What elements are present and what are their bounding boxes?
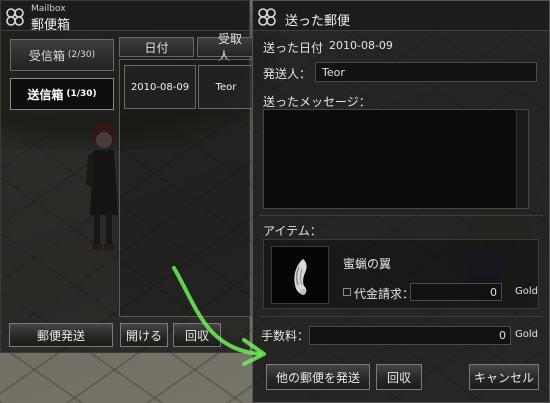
send-other-mail-button[interactable]: 他の郵便を発送 bbox=[266, 364, 370, 390]
sent-mail-titlebar[interactable]: 送った郵便 bbox=[253, 1, 549, 31]
tab-outbox[interactable]: 送信箱 (1/30) bbox=[10, 78, 114, 110]
fee-value: 0 bbox=[499, 329, 506, 342]
column-header-date[interactable]: 日付 bbox=[119, 37, 194, 57]
sent-date-value: 2010-08-09 bbox=[329, 39, 393, 52]
tab-inbox-label: 受信箱 bbox=[28, 48, 65, 63]
sent-date-label: 送った日付 bbox=[263, 41, 324, 55]
tab-inbox-count: (2/30) bbox=[67, 50, 96, 60]
window-title: 郵便箱 bbox=[31, 18, 71, 33]
sender-field: Teor bbox=[315, 62, 537, 82]
cod-amount-field[interactable]: 0 bbox=[410, 283, 502, 301]
cod-label: 代金請求： bbox=[354, 287, 415, 301]
cod-checkbox[interactable] bbox=[343, 288, 351, 296]
cancel-button[interactable]: キャンセル bbox=[469, 364, 539, 390]
sender-value: Teor bbox=[322, 65, 345, 79]
item-name: 蜜蝋の翼 bbox=[343, 257, 392, 271]
knot-logo-icon bbox=[6, 8, 24, 26]
annotation-arrow-icon bbox=[172, 266, 266, 366]
window-title-en: Mailbox bbox=[31, 4, 66, 14]
mailbox-titlebar[interactable]: Mailbox 郵便箱 bbox=[1, 1, 249, 33]
message-scrollbar[interactable] bbox=[516, 110, 528, 208]
column-header-recipient[interactable]: 受取人 bbox=[197, 32, 253, 63]
divider bbox=[259, 316, 543, 317]
item-label: アイテム： bbox=[263, 224, 322, 238]
send-mail-button[interactable]: 郵便発送 bbox=[9, 323, 113, 347]
row-recipient: Teor bbox=[198, 65, 254, 109]
cod-amount-value: 0 bbox=[490, 285, 497, 299]
fee-unit: Gold bbox=[515, 329, 538, 340]
sent-mail-window: 送った郵便 送った日付 2010-08-09 発送人： Teor 送ったメッセー… bbox=[252, 0, 550, 403]
window-title: 送った郵便 bbox=[285, 14, 351, 29]
row-date: 2010-08-09 bbox=[124, 65, 196, 109]
retrieve-button[interactable]: 回収 bbox=[376, 364, 422, 390]
cod-unit: Gold bbox=[515, 286, 538, 297]
knot-logo-icon bbox=[258, 8, 276, 26]
sender-label: 発送人： bbox=[263, 67, 312, 81]
tab-outbox-count: (1/30) bbox=[66, 89, 97, 99]
tab-outbox-label: 送信箱 bbox=[27, 87, 64, 102]
message-box[interactable] bbox=[263, 109, 529, 209]
message-label: 送ったメッセージ： bbox=[263, 95, 371, 109]
tab-inbox[interactable]: 受信箱 (2/30) bbox=[10, 39, 114, 71]
wax-wing-icon bbox=[294, 259, 307, 295]
divider bbox=[259, 215, 543, 216]
fee-field: 0 bbox=[309, 326, 511, 345]
